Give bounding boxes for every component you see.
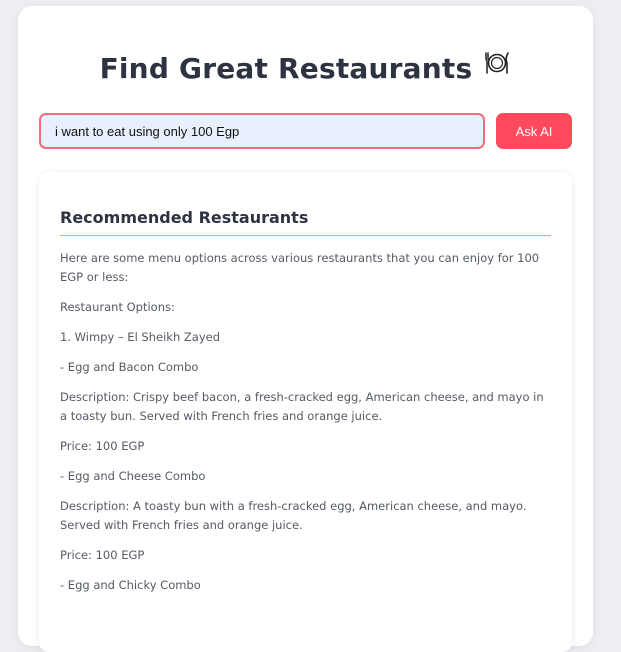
results-heading: Recommended Restaurants xyxy=(60,208,551,236)
main-card: Find Great Restaurants Ask AI Recommende… xyxy=(18,6,593,652)
result-paragraph: Here are some menu options across variou… xyxy=(60,251,540,284)
menu-item-price: Price: 100 EGP xyxy=(60,439,145,453)
title-row: Find Great Restaurants xyxy=(18,49,593,85)
menu-item-price: Price: 100 EGP xyxy=(60,548,145,562)
menu-item: - Egg and Cheese Combo xyxy=(60,469,206,483)
search-input[interactable] xyxy=(39,113,485,149)
page-title: Find Great Restaurants xyxy=(99,52,473,85)
ask-ai-button[interactable]: Ask AI xyxy=(496,113,572,149)
menu-item: - Egg and Chicky Combo xyxy=(60,578,201,592)
menu-item-description: Description: Crispy beef bacon, a fresh-… xyxy=(60,390,544,423)
plate-fork-knife-icon xyxy=(483,49,511,77)
menu-item: - Egg and Bacon Combo xyxy=(60,360,199,374)
results-panel: Recommended Restaurants Here are some me… xyxy=(39,172,572,652)
result-paragraph: Restaurant Options: xyxy=(60,300,175,314)
results-body: Here are some menu options across variou… xyxy=(60,249,551,595)
restaurant-name: 1. Wimpy – El Sheikh Zayed xyxy=(60,330,220,344)
menu-item-description: Description: A toasty bun with a fresh-c… xyxy=(60,499,527,532)
